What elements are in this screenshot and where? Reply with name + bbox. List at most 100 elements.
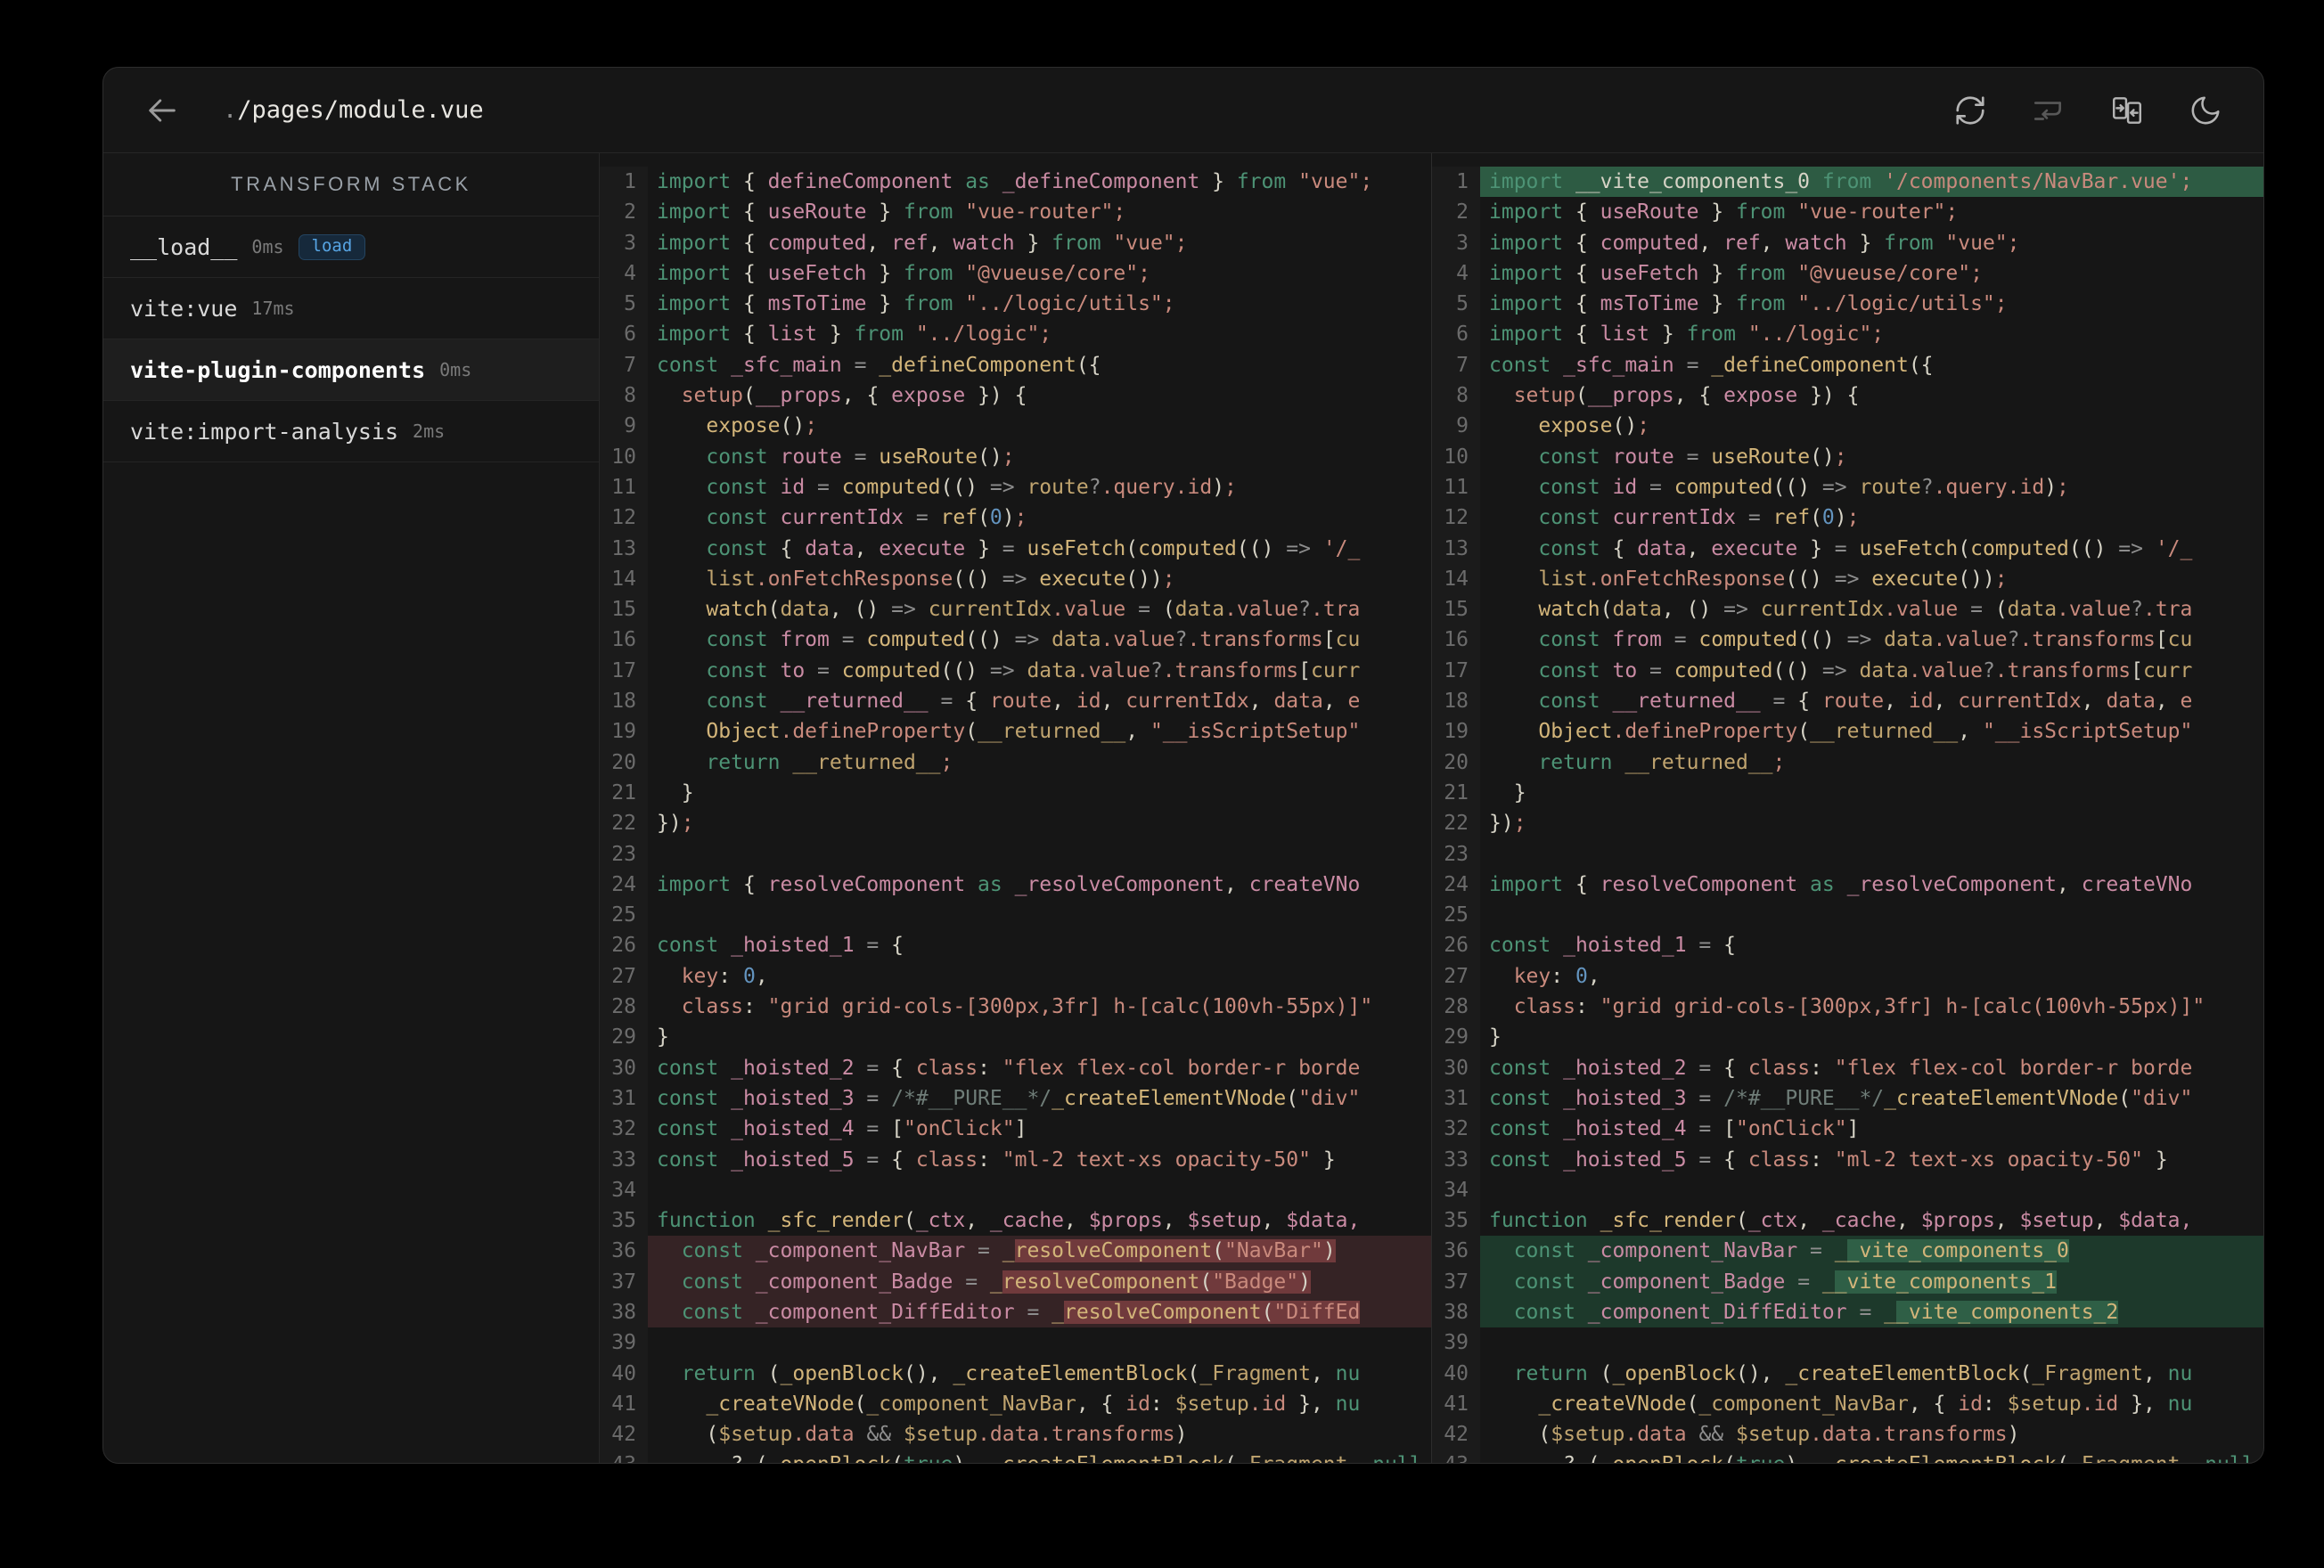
plugin-name: vite:import-analysis xyxy=(130,418,399,445)
back-button[interactable] xyxy=(144,93,180,128)
code-line: 29} xyxy=(1432,1022,2263,1053)
line-number: 43 xyxy=(600,1450,648,1463)
code-text: import { useRoute } from "vue-router"; xyxy=(657,200,1126,225)
arrow-left-icon xyxy=(149,98,176,122)
code-text: const from = computed(() => data.value?.… xyxy=(706,628,1361,652)
code-text: const from = computed(() => data.value?.… xyxy=(1538,628,2193,652)
code-text: const __returned__ = { route, id, curren… xyxy=(1538,690,2193,714)
line-number: 18 xyxy=(1432,686,1480,717)
line-number: 12 xyxy=(600,502,648,534)
code-text: const { data, execute } = useFetch(compu… xyxy=(1538,536,2193,560)
code-text: ($setup.data && $setup.data.transforms) xyxy=(657,1423,1188,1447)
code-line: 21 } xyxy=(600,777,1431,809)
line-number: 11 xyxy=(1432,471,1480,503)
code-text: return (_openBlock(), _createElementBloc… xyxy=(681,1361,1361,1385)
sidebar-item--load-[interactable]: __load__ 0ms load xyxy=(103,216,599,278)
code-line: 3 import { computed, ref, watch } from "v… xyxy=(600,227,1431,258)
side-by-side-diff-icon[interactable] xyxy=(2110,94,2144,127)
line-number: 9 xyxy=(600,411,648,442)
code-text: import { msToTime } from "../logic/utils… xyxy=(1489,292,2008,316)
code-text: } xyxy=(657,780,694,804)
code-text: setup(__props, { expose }) { xyxy=(1513,384,1860,408)
code-line: 15 watch(data, () => currentIdx.value = … xyxy=(600,594,1431,625)
code-text: const currentIdx = ref(0); xyxy=(706,506,1027,530)
line-number: 23 xyxy=(1432,838,1480,870)
line-number: 15 xyxy=(600,594,648,625)
code-text: expose(); xyxy=(1538,414,1650,438)
code-line: 11 const id = computed(() => route?.quer… xyxy=(600,471,1431,503)
code-line: 11 const id = computed(() => route?.quer… xyxy=(1432,471,2263,503)
line-number: 21 xyxy=(1432,777,1480,809)
code-text: import { resolveComponent as _resolveCom… xyxy=(657,872,1361,896)
code-line: 12 const currentIdx = ref(0); xyxy=(600,502,1431,534)
line-number: 21 xyxy=(600,777,648,809)
code-line: 35 function _sfc_render(_ctx, _cache, $pr… xyxy=(1432,1205,2263,1237)
code-text: import __vite_components_0 from '/compon… xyxy=(1480,167,2263,198)
code-line: 17 const to = computed(() => data.value?… xyxy=(1432,655,2263,687)
line-number: 34 xyxy=(600,1174,648,1206)
line-number: 37 xyxy=(600,1266,648,1297)
page-title: ./pages/module.vue xyxy=(223,96,484,124)
code-text: const _sfc_main = _defineComponent({ xyxy=(657,353,1101,377)
code-text: expose(); xyxy=(706,414,818,438)
code-text: class: "grid grid-cols-[300px,3fr] h-[ca… xyxy=(1513,995,2205,1019)
diff-right-panel[interactable]: 1 import __vite_components_0 from '/compo… xyxy=(1431,153,2263,1463)
code-line: 26 const _hoisted_1 = { xyxy=(600,930,1431,961)
code-text: function _sfc_render(_ctx, _cache, $prop… xyxy=(657,1209,1361,1233)
code-line: 30 const _hoisted_2 = { class: "flex flex… xyxy=(600,1052,1431,1083)
code-text: import { defineComponent as _defineCompo… xyxy=(657,170,1373,193)
code-line: 1 import { defineComponent as _defineComp… xyxy=(600,167,1431,198)
code-text: Object.defineProperty(__returned__, "__i… xyxy=(706,720,1361,744)
sidebar-item-vite-import-analysis[interactable]: vite:import-analysis 2ms xyxy=(103,401,599,462)
code-line: 43 ? (_openBlock(true), _createElementBl… xyxy=(1432,1450,2263,1463)
code-line: 39 xyxy=(1432,1327,2263,1359)
code-line: 18 const __returned__ = { route, id, cur… xyxy=(1432,686,2263,717)
code-text: const id = computed(() => route?.query.i… xyxy=(706,475,1237,499)
code-text: import { list } from "../logic"; xyxy=(1489,323,1885,347)
code-line: 22}); xyxy=(600,808,1431,839)
line-number: 31 xyxy=(600,1082,648,1115)
line-wrap-icon[interactable] xyxy=(2032,94,2066,127)
code-text: const _hoisted_5 = { class: "ml-2 text-x… xyxy=(1489,1147,2168,1172)
line-number: 2 xyxy=(1432,197,1480,228)
code-text: const _hoisted_2 = { class: "flex flex-c… xyxy=(657,1056,1361,1080)
plugin-name: vite-plugin-components xyxy=(130,356,426,383)
line-number: 22 xyxy=(1432,808,1480,839)
diff-left-panel[interactable]: 1 import { defineComponent as _defineComp… xyxy=(600,153,1431,1463)
code-text: const route = useRoute(); xyxy=(706,445,1015,469)
code-text: const _hoisted_3 = /*#__PURE__*/_createE… xyxy=(657,1086,1361,1110)
code-text: const route = useRoute(); xyxy=(1538,445,1847,469)
code-line: 4 import { useFetch } from "@vueuse/core"… xyxy=(600,257,1431,290)
code-line: 38 const _component_DiffEditor = _resolv… xyxy=(600,1296,1431,1328)
sidebar-item-vite-plugin-components[interactable]: vite-plugin-components 0ms xyxy=(103,339,599,401)
code-text: function _sfc_render(_ctx, _cache, $prop… xyxy=(1489,1209,2193,1233)
sidebar-item-vite-vue[interactable]: vite:vue 17ms xyxy=(103,278,599,339)
inspect-window: ./pages/module.vue TRANSFORM STACK __loa… xyxy=(102,67,2264,1464)
code-line: 13 const { data, execute } = useFetch(co… xyxy=(600,533,1431,564)
code-text: Object.defineProperty(__returned__, "__i… xyxy=(1538,720,2193,744)
code-text: }); xyxy=(657,812,694,836)
line-number: 32 xyxy=(600,1114,648,1145)
code-line: 34 xyxy=(600,1174,1431,1206)
transform-stack-sidebar: TRANSFORM STACK __load__ 0ms load vite:vue 1… xyxy=(103,153,600,1463)
code-line: 16 const from = computed(() => data.valu… xyxy=(1432,625,2263,656)
code-text: const _hoisted_4 = ["onClick"] xyxy=(1489,1117,1860,1141)
line-number: 4 xyxy=(600,257,648,290)
line-number: 4 xyxy=(1432,257,1480,290)
code-line: 10 const route = useRoute(); xyxy=(1432,441,2263,472)
dark-mode-moon-icon[interactable] xyxy=(2189,94,2222,127)
code-line: 20 return __returned__; xyxy=(600,747,1431,778)
hook-badge: load xyxy=(298,233,366,260)
line-number: 33 xyxy=(600,1144,648,1175)
code-text: list.onFetchResponse(() => execute()); xyxy=(1538,567,2008,591)
code-line: 18 const __returned__ = { route, id, cur… xyxy=(600,686,1431,717)
line-number: 23 xyxy=(600,838,648,870)
code-text: import { computed, ref, watch } from "vu… xyxy=(657,231,1188,255)
refresh-icon[interactable] xyxy=(1953,94,1987,127)
line-number: 11 xyxy=(600,471,648,503)
line-number: 3 xyxy=(600,227,648,258)
code-text: _createVNode(_component_NavBar, { id: $s… xyxy=(1538,1392,2193,1416)
code-line: 19 Object.defineProperty(__returned__, "… xyxy=(1432,716,2263,747)
